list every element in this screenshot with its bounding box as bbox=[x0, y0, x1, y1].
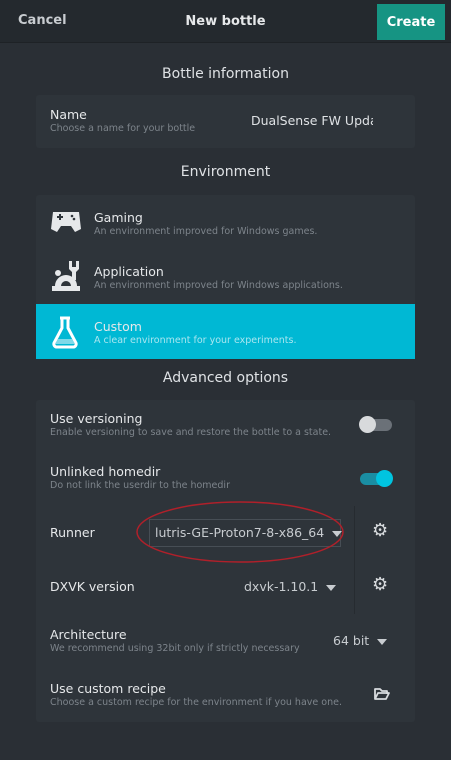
env-option-application[interactable]: Application An environment improved for … bbox=[36, 249, 415, 304]
flask-icon bbox=[52, 316, 78, 349]
annotation-ellipse bbox=[136, 501, 344, 563]
runner-label: Runner bbox=[50, 525, 95, 540]
versioning-toggle[interactable] bbox=[359, 416, 392, 433]
name-label: Name bbox=[50, 107, 87, 122]
name-sublabel: Choose a name for your bottle bbox=[50, 123, 196, 134]
env-sublabel: An environment improved for Windows game… bbox=[94, 226, 318, 237]
architecture-row: Architecture We recommend using 32bit on… bbox=[36, 614, 415, 668]
recipe-label: Use custom recipe bbox=[50, 681, 166, 696]
versioning-label: Use versioning bbox=[50, 411, 143, 426]
chevron-down-icon bbox=[377, 638, 388, 645]
environment-list: Gaming An environment improved for Windo… bbox=[36, 195, 415, 359]
architecture-value: 64 bit bbox=[333, 633, 370, 648]
section-title-bottle-info: Bottle information bbox=[162, 66, 289, 82]
env-label: Gaming bbox=[94, 210, 143, 225]
env-label: Custom bbox=[94, 319, 142, 334]
dxvk-row: DXVK version dxvk-1.10.1 ⚙ bbox=[36, 560, 415, 614]
architecture-label: Architecture bbox=[50, 627, 127, 642]
section-title-advanced: Advanced options bbox=[162, 370, 289, 386]
name-row: Name Choose a name for your bottle DualS… bbox=[36, 95, 415, 148]
name-input[interactable]: DualSense FW Upda bbox=[251, 113, 373, 128]
header-bar: Cancel New bottle Create bbox=[0, 0, 451, 43]
dxvk-label: DXVK version bbox=[50, 579, 135, 594]
custom-recipe-row: Use custom recipe Choose a custom recipe… bbox=[36, 668, 415, 722]
folder-open-icon[interactable] bbox=[374, 687, 390, 701]
env-option-custom[interactable]: Custom A clear environment for your expe… bbox=[36, 304, 415, 359]
homedir-toggle[interactable] bbox=[360, 470, 393, 487]
gamepad-icon bbox=[51, 212, 81, 232]
chevron-down-icon bbox=[326, 584, 337, 591]
architecture-sublabel: We recommend using 32bit only if strictl… bbox=[50, 643, 300, 654]
env-sublabel: An environment improved for Windows appl… bbox=[94, 280, 343, 291]
recipe-sublabel: Choose a custom recipe for the environme… bbox=[50, 697, 342, 708]
dxvk-value: dxvk-1.10.1 bbox=[244, 579, 319, 594]
versioning-sublabel: Enable versioning to save and restore th… bbox=[50, 427, 332, 438]
versioning-row: Use versioning Enable versioning to save… bbox=[36, 400, 415, 452]
env-sublabel: A clear environment for your experiments… bbox=[94, 335, 297, 346]
homedir-label: Unlinked homedir bbox=[50, 464, 161, 479]
dxvk-settings-gear-icon[interactable]: ⚙ bbox=[372, 574, 388, 595]
application-icon bbox=[52, 261, 80, 291]
dxvk-dropdown[interactable]: dxvk-1.10.1 bbox=[244, 579, 337, 594]
architecture-dropdown[interactable]: 64 bit bbox=[333, 633, 388, 648]
env-label: Application bbox=[94, 264, 164, 279]
create-button[interactable]: Create bbox=[377, 4, 445, 40]
runner-settings-gear-icon[interactable]: ⚙ bbox=[372, 520, 388, 541]
env-option-gaming[interactable]: Gaming An environment improved for Windo… bbox=[36, 195, 415, 249]
section-title-environment: Environment bbox=[180, 164, 271, 180]
homedir-row: Unlinked homedir Do not link the userdir… bbox=[36, 453, 415, 506]
homedir-sublabel: Do not link the userdir to the homedir bbox=[50, 480, 230, 491]
